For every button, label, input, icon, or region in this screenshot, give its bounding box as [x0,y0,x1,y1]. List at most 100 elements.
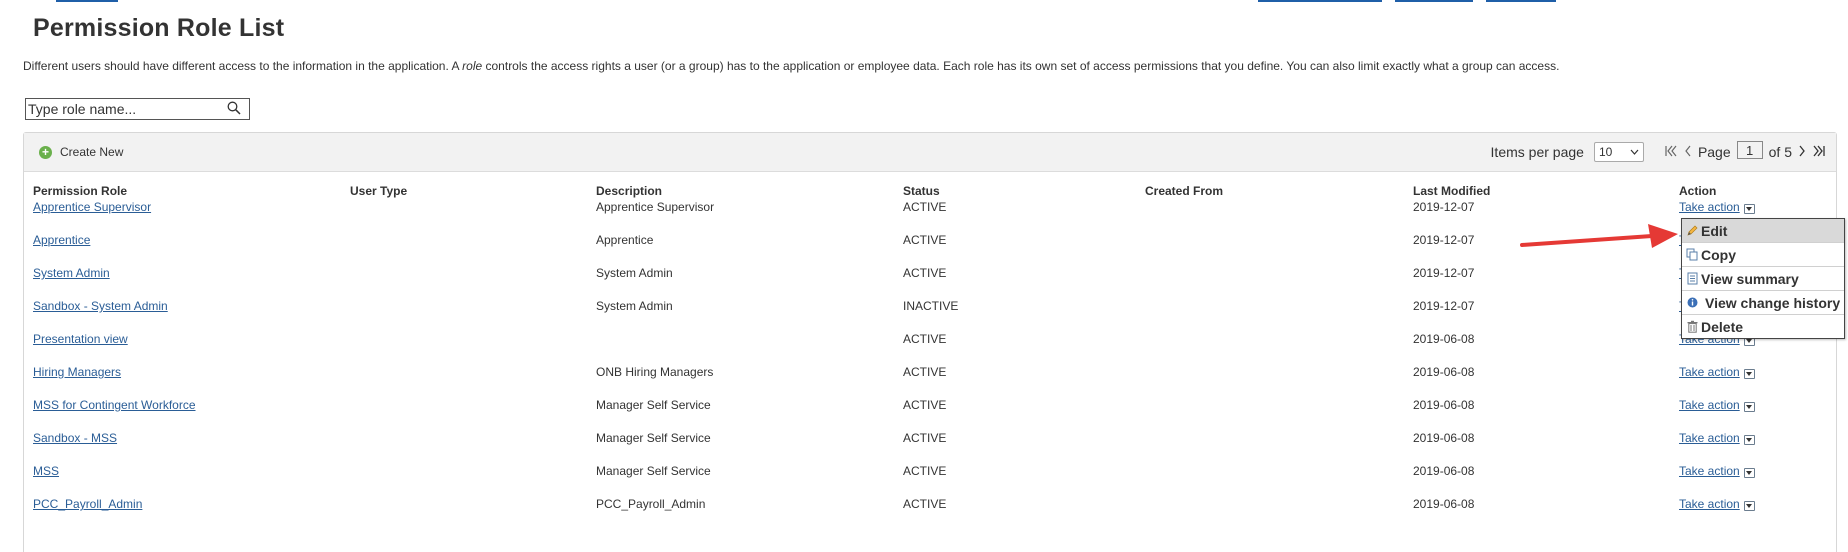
menu-item-copy[interactable]: Copy [1682,243,1844,267]
description-cell: Apprentice Supervisor [596,200,715,214]
search-icon[interactable] [227,101,241,120]
status-cell: ACTIVE [903,332,947,346]
column-header-description[interactable]: Description [587,183,894,199]
items-per-page-label: Items per page [1490,144,1584,160]
last-modified-cell: 2019-06-08 [1413,398,1475,412]
description-cell: Manager Self Service [596,431,711,445]
last-modified-cell: 2019-06-08 [1413,497,1475,511]
page-of-label: of 5 [1768,144,1792,160]
user-type-cell [341,397,587,430]
description-cell: PCC_Payroll_Admin [596,497,706,511]
top-link-fragment[interactable] [1395,0,1473,2]
dropdown-arrow-icon[interactable] [1743,402,1755,412]
take-action-link[interactable]: Take action [1679,398,1740,412]
dropdown-arrow-icon[interactable] [1743,369,1755,379]
status-cell: ACTIVE [903,431,947,445]
description-cell: System Admin [596,299,673,313]
user-type-cell [341,463,587,496]
take-action-link[interactable]: Take action [1679,497,1740,511]
trash-icon [1686,320,1699,333]
user-type-cell [341,232,587,265]
role-link[interactable]: PCC_Payroll_Admin [33,497,142,511]
info-icon [1686,296,1699,309]
dropdown-arrow-icon[interactable] [1743,435,1755,445]
page-number-input[interactable]: 1 [1736,141,1763,159]
role-link[interactable]: Apprentice Supervisor [33,200,151,214]
top-link-fragment[interactable] [1258,0,1382,2]
menu-item-label: Copy [1701,246,1736,263]
user-type-cell [341,331,587,364]
dropdown-arrow-icon[interactable] [1743,501,1755,511]
menu-item-delete[interactable]: Delete [1682,315,1844,338]
table-row: Sandbox - MSS Manager Self Service ACTIV… [24,430,1830,463]
column-header-created-from[interactable]: Created From [1136,183,1404,199]
role-link[interactable]: Sandbox - MSS [33,431,117,445]
column-header-status[interactable]: Status [894,183,1136,199]
last-modified-cell: 2019-06-08 [1413,365,1475,379]
role-link[interactable]: Sandbox - System Admin [33,299,168,313]
top-link-fragment[interactable] [56,0,118,2]
column-header-user-type[interactable]: User Type [341,183,587,199]
role-link[interactable]: Hiring Managers [33,365,121,379]
status-cell: INACTIVE [903,299,959,313]
user-type-cell [341,496,587,529]
status-cell: ACTIVE [903,398,947,412]
role-link[interactable]: System Admin [33,266,110,280]
role-link[interactable]: MSS for Contingent Workforce [33,398,196,412]
table-row: Hiring Managers ONB Hiring Managers ACTI… [24,364,1830,397]
dropdown-arrow-icon[interactable] [1743,204,1755,214]
created-from-cell [1136,496,1404,529]
menu-item-view-summary[interactable]: View summary [1682,267,1844,291]
column-header-action: Action [1679,184,1717,198]
description-cell: Manager Self Service [596,398,711,412]
table-row: Sandbox - System Admin System Admin INAC… [24,298,1830,331]
previous-page-icon[interactable] [1684,144,1692,161]
annotation-arrow-icon [1520,224,1678,248]
created-from-cell [1136,397,1404,430]
status-cell: ACTIVE [903,233,947,247]
dropdown-arrow-icon[interactable] [1743,468,1755,478]
menu-item-edit[interactable]: Edit [1682,219,1844,243]
top-link-fragment[interactable] [1486,0,1556,2]
take-action-link[interactable]: Take action [1679,431,1740,445]
role-link[interactable]: Presentation view [33,332,128,346]
role-link[interactable]: Apprentice [33,233,90,247]
description-cell: Manager Self Service [596,464,711,478]
next-page-icon[interactable] [1798,144,1806,161]
status-cell: ACTIVE [903,200,947,214]
pager: Items per page 10 Page 1 of 5 [1491,141,1826,163]
user-type-cell [341,199,587,232]
description-cell: Apprentice [596,233,654,247]
take-action-link[interactable]: Take action [1679,200,1740,214]
created-from-cell [1136,331,1404,364]
created-from-cell [1136,232,1404,265]
description-cell: ONB Hiring Managers [596,365,714,379]
user-type-cell [341,364,587,397]
column-header-last-modified[interactable]: Last Modified [1404,183,1670,199]
create-new-button[interactable]: + Create New [39,145,123,159]
table-row: System Admin System Admin ACTIVE 2019-12… [24,265,1830,298]
user-type-cell [341,430,587,463]
roles-panel: + Create New Items per page 10 Page 1 of… [23,132,1837,552]
role-link[interactable]: MSS [33,464,59,478]
page: Permission Role List Different users sho… [0,0,1848,552]
menu-item-view-change-history[interactable]: View change history [1682,291,1844,315]
search-box [25,98,250,120]
user-type-cell [341,298,587,331]
table-header-row: Permission Role User Type Description St… [24,183,1830,199]
last-page-icon[interactable] [1812,144,1826,161]
first-page-icon[interactable] [1664,144,1678,161]
column-header-role[interactable]: Permission Role [24,183,341,199]
page-title: Permission Role List [33,14,285,42]
create-new-label: Create New [60,145,124,159]
status-cell: ACTIVE [903,497,947,511]
search-input[interactable] [26,100,218,118]
take-action-link[interactable]: Take action [1679,464,1740,478]
pencil-icon [1686,224,1699,237]
menu-item-label: Edit [1701,222,1728,239]
take-action-link[interactable]: Take action [1679,365,1740,379]
last-modified-cell: 2019-06-08 [1413,332,1475,346]
table-row: Presentation view ACTIVE 2019-06-08 Take… [24,331,1830,364]
menu-item-label: View change history [1705,294,1841,311]
items-per-page-select[interactable]: 10 [1593,142,1644,162]
